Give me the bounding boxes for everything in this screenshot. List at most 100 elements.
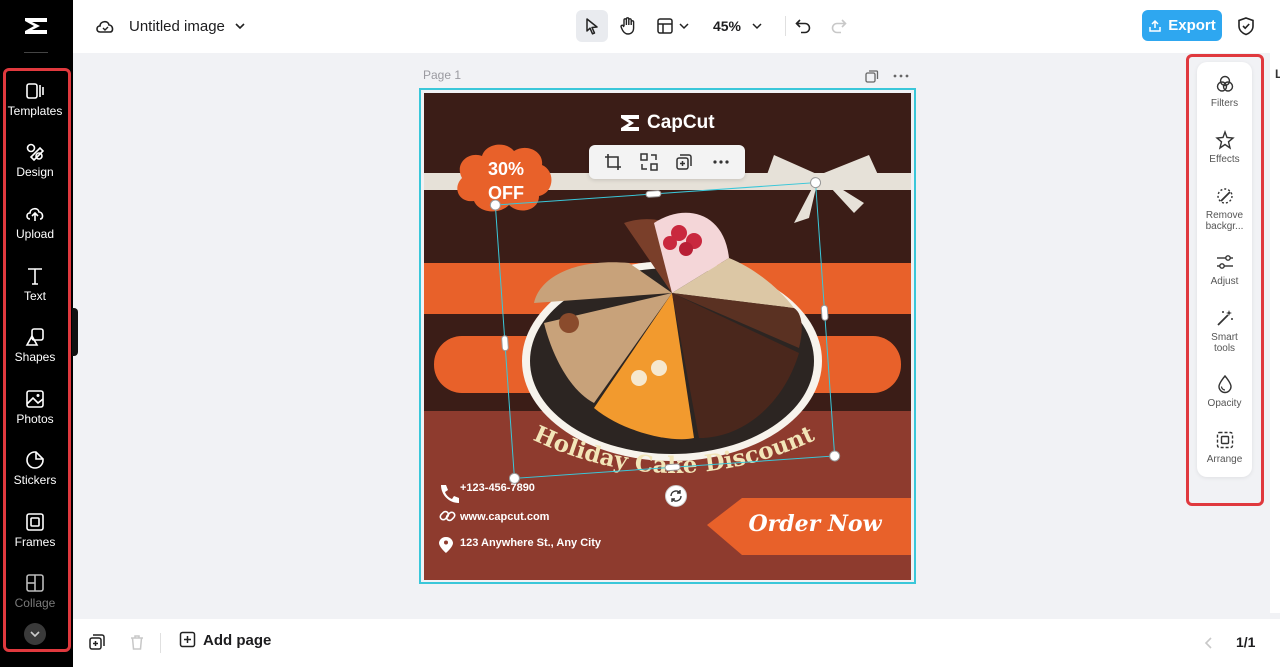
page-counter: 1/1 <box>1236 634 1256 650</box>
tool-remove-background[interactable]: Remove backgr... <box>1197 186 1252 232</box>
sidebar-item-label: Design <box>16 165 54 179</box>
document-title: Untitled image <box>129 17 225 35</box>
capcut-brand-icon <box>621 115 639 131</box>
tool-opacity[interactable]: Opacity <box>1197 374 1252 409</box>
text-icon <box>28 268 42 285</box>
tool-filters[interactable]: Filters <box>1197 74 1252 109</box>
tool-label: Arrange <box>1206 454 1243 465</box>
export-icon <box>1149 19 1161 32</box>
tool-effects[interactable]: Effects <box>1197 130 1252 165</box>
opacity-icon <box>1217 374 1232 394</box>
sidebar-item-label: Text <box>23 289 46 303</box>
frames-icon <box>26 513 44 531</box>
sidebar-item-shapes[interactable]: Shapes <box>0 326 70 382</box>
cta-text: Order Now <box>748 511 882 537</box>
tool-label: Effects <box>1209 154 1240 165</box>
arrange-icon <box>1216 431 1233 449</box>
sidebar-item-label: Shapes <box>14 350 56 364</box>
resize-handle[interactable] <box>820 304 829 322</box>
tool-label: Remove backgr... <box>1205 210 1244 232</box>
sidebar-item-templates[interactable]: Templates <box>0 80 70 136</box>
more-options-icon[interactable] <box>892 68 910 84</box>
add-page-button[interactable]: Add page <box>179 631 271 649</box>
effects-icon <box>1214 130 1235 150</box>
zoom-level: 45% <box>712 18 742 34</box>
layout-menu-button[interactable] <box>653 10 693 42</box>
chevron-down-icon <box>752 23 762 30</box>
rotate-handle[interactable] <box>665 485 687 507</box>
element-selection-box[interactable] <box>489 176 841 485</box>
top-toolbar: Untitled image 45% Export <box>73 0 1280 53</box>
replace-icon[interactable] <box>639 152 659 172</box>
tool-label: Smart tools <box>1211 332 1238 354</box>
chevron-down-icon <box>679 23 689 30</box>
redo-icon <box>831 19 847 34</box>
shield-icon <box>1238 17 1254 36</box>
resize-handle[interactable] <box>645 189 662 199</box>
export-button[interactable]: Export <box>1142 10 1222 41</box>
sidebar-item-label: Upload <box>15 227 55 241</box>
tool-smart-tools[interactable]: Smart tools <box>1197 308 1252 354</box>
contact-address: 123 Anywhere St., Any City <box>460 537 602 549</box>
sidebar-item-label: Collage <box>14 596 56 610</box>
document-title-button[interactable]: Untitled image <box>129 10 259 42</box>
duplicate-page-icon[interactable] <box>864 68 880 84</box>
page-actions <box>864 67 910 85</box>
page-label: Page 1 <box>423 68 462 82</box>
add-page-icon <box>179 631 196 648</box>
chevron-down-icon <box>30 631 40 638</box>
tool-label: Adjust <box>1210 276 1239 287</box>
sidebar-item-text[interactable]: Text <box>0 265 70 321</box>
add-element-icon[interactable] <box>88 633 106 651</box>
far-right-panel-edge: L <box>1275 67 1280 81</box>
photos-icon <box>26 390 44 408</box>
redo-button[interactable] <box>825 10 853 42</box>
copy-style-icon[interactable] <box>674 152 694 172</box>
sidebar-item-design[interactable]: Design <box>0 141 70 197</box>
smart-tools-icon <box>1216 310 1233 326</box>
badge-line-1: 30% <box>487 159 525 179</box>
sidebar-item-label: Frames <box>14 535 56 549</box>
sidebar-item-label: Stickers <box>13 473 57 487</box>
stickers-icon <box>26 451 44 469</box>
chevron-down-icon <box>235 23 245 30</box>
brand-name: CapCut <box>647 112 715 133</box>
sidebar-item-frames[interactable]: Frames <box>0 511 70 567</box>
sidebar-item-upload[interactable]: Upload <box>0 203 70 259</box>
resize-handle[interactable] <box>500 334 510 352</box>
more-options-icon[interactable] <box>711 152 731 172</box>
tool-label: Opacity <box>1207 398 1242 409</box>
sidebar-item-photos[interactable]: Photos <box>0 388 70 444</box>
sidebar-collapse-handle[interactable] <box>72 308 78 356</box>
cloud-icon <box>96 20 114 33</box>
sidebar-item-stickers[interactable]: Stickers <box>0 449 70 505</box>
contact-website: www.capcut.com <box>460 511 550 523</box>
chevron-left-icon[interactable] <box>1202 636 1216 650</box>
upload-icon <box>26 207 44 221</box>
sidebar-divider <box>24 52 48 53</box>
tool-arrange[interactable]: Arrange <box>1197 430 1252 465</box>
toolbar-divider <box>785 16 786 36</box>
bottom-bar: Add page 1/1 <box>73 619 1280 667</box>
cloud-save-button[interactable] <box>93 10 117 42</box>
hand-tool-button[interactable] <box>612 10 644 42</box>
rotate-icon <box>670 490 682 502</box>
tool-adjust[interactable]: Adjust <box>1197 252 1252 287</box>
left-sidebar: Templates Design Upload Text Shapes Phot… <box>0 0 73 667</box>
filters-icon <box>1216 75 1233 92</box>
layout-icon <box>657 18 673 34</box>
resize-handle[interactable] <box>489 199 502 211</box>
undo-button[interactable] <box>789 10 817 42</box>
resize-handle[interactable] <box>664 463 681 472</box>
select-tool-button[interactable] <box>576 10 608 42</box>
crop-icon[interactable] <box>603 152 623 172</box>
capcut-logo-icon[interactable] <box>22 12 50 40</box>
sidebar-item-collage[interactable]: Collage <box>0 572 70 628</box>
delete-icon[interactable] <box>128 633 146 651</box>
adjust-icon <box>1216 255 1233 269</box>
zoom-menu-button[interactable]: 45% <box>705 10 771 42</box>
shapes-icon <box>25 328 44 346</box>
sidebar-expand-button[interactable] <box>24 623 46 645</box>
security-button[interactable] <box>1234 10 1258 42</box>
pointer-icon <box>586 18 598 35</box>
